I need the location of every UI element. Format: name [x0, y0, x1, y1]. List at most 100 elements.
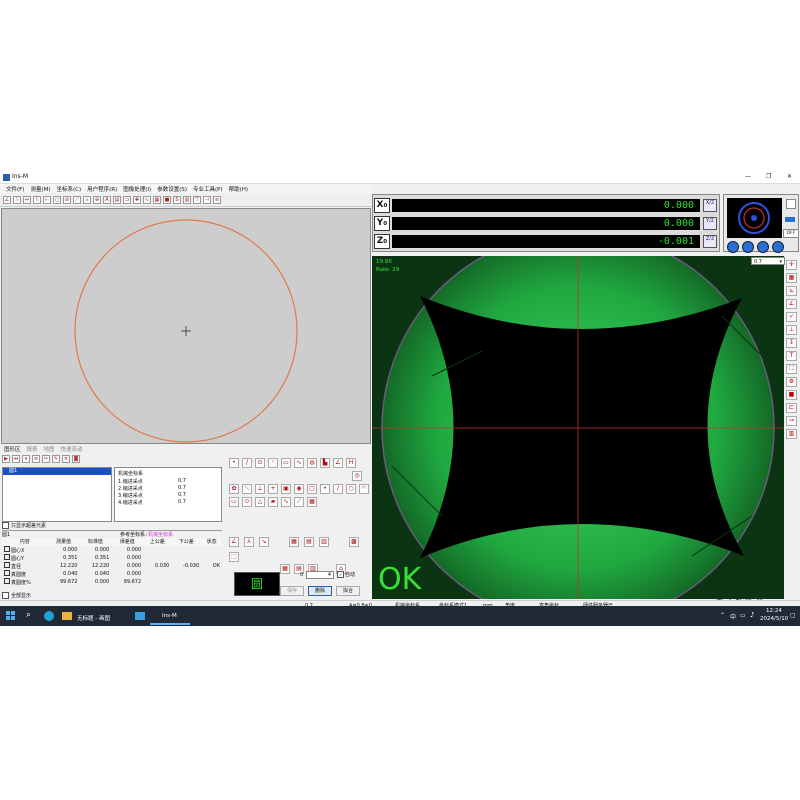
bottom-light-icon[interactable] — [772, 241, 784, 253]
gear-tool-icon[interactable]: ✿ — [229, 484, 239, 494]
only-out-of-tol-checkbox[interactable] — [2, 522, 9, 529]
graphics-area[interactable] — [1, 208, 371, 444]
capture-icon[interactable]: ⊏ — [786, 403, 797, 413]
menu-parameters[interactable]: 参数设置(S) — [157, 185, 187, 193]
grid-overlay-icon[interactable]: ▦ — [786, 273, 797, 283]
target-tool-icon[interactable]: ◉ — [294, 484, 304, 494]
save-file-icon[interactable]: ▦ — [280, 564, 290, 574]
ime-tray-icon[interactable]: 中 — [730, 612, 736, 621]
row-checkbox[interactable] — [4, 561, 10, 568]
menu-measure[interactable]: 测量(M) — [30, 185, 50, 193]
ring-light-icon[interactable] — [742, 241, 754, 253]
tools-icon[interactable]: ✂ — [42, 455, 50, 463]
circle-center-tool-icon[interactable]: ⊙ — [255, 458, 265, 468]
image-tool-icon[interactable]: ▣ — [281, 484, 291, 494]
angle-measure-icon[interactable]: ∠ — [333, 458, 343, 468]
delete-icon[interactable]: ✕ — [62, 455, 70, 463]
select-all-checkbox[interactable] — [2, 592, 9, 599]
tab-map[interactable]: 地图 — [44, 445, 55, 453]
ellipse-auto-icon[interactable]: ⬭ — [242, 497, 252, 507]
diagonal-tool-icon[interactable]: ⟍ — [242, 484, 252, 494]
tab-graphics[interactable]: 图形区 — [4, 445, 21, 453]
network-icon[interactable]: ▭ — [740, 612, 746, 619]
dro-y-half-button[interactable]: Y/2 — [703, 217, 717, 230]
auto-option[interactable]: ✓ 自动 — [337, 571, 355, 578]
taskbar-app-icon[interactable] — [135, 612, 145, 620]
export-icon[interactable]: ▦ — [289, 537, 299, 547]
angle-construct-icon[interactable]: ∠ — [229, 537, 239, 547]
wave-auto-icon[interactable]: ∿ — [281, 497, 291, 507]
element-list[interactable]: 圆1 — [2, 467, 112, 522]
clock-date[interactable]: 2024/5/10 — [760, 616, 788, 622]
magnification-select[interactable]: 0.7 ▾ — [751, 257, 785, 265]
angle-overlay-icon[interactable]: ∠ — [786, 299, 797, 309]
rectangle-tool-icon[interactable]: ▭ — [281, 458, 291, 468]
line-tool-icon[interactable]: / — [242, 458, 252, 468]
dashed-box-icon[interactable]: ⬚ — [229, 552, 239, 562]
tab-quick[interactable]: 快速流动 — [61, 445, 83, 453]
taskbar-insm[interactable]: Ins-M — [150, 609, 190, 625]
select-all-option[interactable]: 全部显示 — [2, 592, 31, 599]
menu-user-program[interactable]: 用户程序(R) — [87, 185, 117, 193]
text-tool-icon[interactable]: T — [786, 351, 797, 361]
blob-tool-icon[interactable]: ◍ — [307, 458, 317, 468]
dro-x-half-button[interactable]: X/2 — [703, 199, 717, 212]
row-checkbox[interactable] — [4, 569, 10, 576]
box-s-icon[interactable]: S — [173, 195, 181, 204]
menu-file[interactable]: 文件(F) — [6, 185, 24, 193]
fit-icon[interactable]: ⟋ — [73, 195, 81, 204]
light-level-bar[interactable] — [785, 217, 795, 222]
cross-icon[interactable]: ✚ — [133, 195, 141, 204]
auto-checkbox[interactable]: ✓ — [337, 571, 344, 578]
ref-coord-value[interactable]: 机械坐标系 — [148, 531, 173, 538]
polyline-icon[interactable]: ⟋ — [294, 497, 304, 507]
line-auto-icon[interactable]: / — [333, 484, 343, 494]
quadrant-light-icon[interactable] — [757, 241, 769, 253]
step-tool-icon[interactable]: ▙ — [320, 458, 330, 468]
table-row[interactable]: 圆心Y 0.351 0.351 0.000 — [2, 553, 222, 562]
play-icon[interactable]: ▶ — [2, 455, 10, 463]
light-off-button[interactable]: OFF — [783, 229, 799, 238]
bracket-icon[interactable]: ⊐ — [123, 195, 131, 204]
grid-icon[interactable]: ▦ — [153, 195, 161, 204]
restore-button[interactable]: ❐ — [766, 173, 771, 180]
tab-report[interactable]: 报表 — [27, 445, 38, 453]
report-export-icon[interactable]: ▤ — [304, 537, 314, 547]
video-icon[interactable]: ■ — [786, 390, 797, 400]
circle-auto-icon[interactable]: ○ — [346, 484, 356, 494]
camera-icon[interactable]: ◙ — [72, 455, 80, 463]
dro-z-half-button[interactable]: Z/2 — [703, 235, 717, 248]
notification-icon[interactable]: ▢ — [790, 612, 796, 619]
intersect-tool-icon[interactable]: ⟂ — [255, 484, 265, 494]
calculator-icon[interactable]: ▦ — [307, 497, 317, 507]
delete-button[interactable]: 删除 — [308, 586, 332, 596]
menu-image-processing[interactable]: 图像处理(I) — [123, 185, 151, 193]
volume-icon[interactable]: ♪ — [750, 611, 754, 619]
distance-tool-icon[interactable]: ↔ — [23, 195, 31, 204]
report-icon[interactable]: ▥ — [183, 195, 191, 204]
plus-tool-icon[interactable]: + — [268, 484, 278, 494]
scale-icon[interactable]: ⊥ — [786, 325, 797, 335]
taskbar-paint[interactable]: 无标题 - 画图 — [65, 612, 125, 626]
concentric-icon[interactable]: ◎ — [352, 471, 362, 481]
angle-tool-icon[interactable]: ∠ — [3, 195, 11, 204]
menu-lines-icon[interactable]: ≡ — [213, 195, 221, 204]
fit-button[interactable]: 拟合 — [336, 586, 360, 596]
row-checkbox[interactable] — [4, 577, 10, 584]
minimize-button[interactable]: — — [745, 173, 751, 180]
vertical-distance-icon[interactable]: I — [33, 195, 41, 204]
arc-tool-icon[interactable]: ◜ — [268, 458, 278, 468]
line-tool-icon[interactable]: ∖ — [13, 195, 21, 204]
light-checkbox[interactable] — [786, 199, 796, 209]
rect-auto-icon[interactable]: ▭ — [229, 497, 239, 507]
curve-icon[interactable]: ∿ — [143, 195, 151, 204]
settings-icon[interactable]: ⚙ — [786, 377, 797, 387]
table-export-icon[interactable]: ▥ — [319, 537, 329, 547]
only-out-of-tol-option[interactable]: 只显示超差元素 — [2, 522, 46, 529]
marker-icon[interactable]: ⊣ — [203, 195, 211, 204]
layer-icon[interactable]: ▤ — [113, 195, 121, 204]
list-icon[interactable]: ≡ — [32, 455, 40, 463]
fullscreen-icon[interactable]: ⛶ — [786, 364, 797, 374]
tray-chevron-icon[interactable]: ⌃ — [720, 612, 725, 619]
dot-auto-icon[interactable]: • — [320, 484, 330, 494]
